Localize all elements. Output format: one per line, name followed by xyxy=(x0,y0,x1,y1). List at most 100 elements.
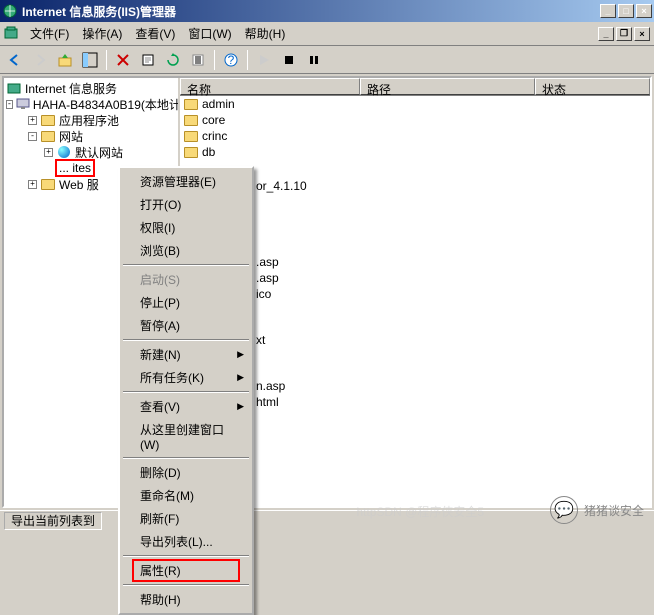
expand-icon[interactable]: + xyxy=(28,116,37,125)
separator xyxy=(123,457,249,459)
svg-text:?: ? xyxy=(228,53,235,67)
folder-icon xyxy=(184,115,198,126)
expand-icon[interactable]: + xyxy=(28,180,37,189)
iis-icon xyxy=(6,81,22,95)
menu-help[interactable]: 帮助(H) xyxy=(239,22,293,45)
context-menu: 资源管理器(E) 打开(O) 权限(I) 浏览(B) 启动(S) 停止(P) 暂… xyxy=(118,166,254,615)
globe-icon xyxy=(56,145,72,159)
list-item[interactable]: crinc xyxy=(180,128,650,144)
list-item[interactable]: db xyxy=(180,144,650,160)
separator xyxy=(123,391,249,393)
pause-button[interactable] xyxy=(303,49,325,71)
ctx-delete[interactable]: 删除(D) xyxy=(122,461,250,484)
status-text: 导出当前列表到 xyxy=(4,512,102,530)
minimize-button[interactable]: _ xyxy=(600,4,616,18)
window-title: Internet 信息服务(IIS)管理器 xyxy=(22,3,600,20)
ctx-stop[interactable]: 停止(P) xyxy=(122,291,250,314)
window-controls: _ □ × xyxy=(600,4,652,18)
back-button[interactable] xyxy=(4,49,26,71)
folder-icon xyxy=(184,131,198,142)
up-button[interactable] xyxy=(54,49,76,71)
title-bar: Internet 信息服务(IIS)管理器 _ □ × xyxy=(0,0,654,22)
column-status[interactable]: 状态 xyxy=(535,78,650,95)
mdi-restore-button[interactable]: ❐ xyxy=(616,27,632,41)
start-button[interactable] xyxy=(253,49,275,71)
separator xyxy=(123,584,249,586)
list-item[interactable]: core xyxy=(180,112,650,128)
close-button[interactable]: × xyxy=(636,4,652,18)
separator xyxy=(247,50,248,70)
app-icon xyxy=(2,3,18,19)
maximize-button[interactable]: □ xyxy=(618,4,634,18)
folder-icon xyxy=(40,113,56,127)
stop-button[interactable] xyxy=(278,49,300,71)
folder-icon xyxy=(184,147,198,158)
ctx-explorer[interactable]: 资源管理器(E) xyxy=(122,170,250,193)
list-header: 名称 路径 状态 xyxy=(180,78,650,96)
collapse-icon[interactable]: - xyxy=(28,132,37,141)
menu-file[interactable]: 文件(F) xyxy=(24,22,76,45)
toolbar: ? xyxy=(0,46,654,74)
ctx-all-tasks[interactable]: 所有任务(K)▶ xyxy=(122,366,250,389)
show-tree-button[interactable] xyxy=(79,49,101,71)
ctx-help[interactable]: 帮助(H) xyxy=(122,588,250,611)
properties-button[interactable] xyxy=(137,49,159,71)
ctx-properties[interactable]: 属性(R) xyxy=(132,559,240,582)
submenu-arrow-icon: ▶ xyxy=(237,349,244,360)
tree-sites[interactable]: - 网站 xyxy=(6,128,176,144)
tree-label: Internet 信息服务 xyxy=(25,80,117,97)
separator xyxy=(123,264,249,266)
globe-icon: ... xyxy=(59,161,69,175)
separator xyxy=(123,339,249,341)
separator xyxy=(123,555,249,557)
tree-label: Web 服 xyxy=(59,176,99,193)
separator xyxy=(106,50,107,70)
computer-icon xyxy=(16,97,30,111)
submenu-arrow-icon: ▶ xyxy=(237,372,244,383)
menu-bar: 文件(F) 操作(A) 查看(V) 窗口(W) 帮助(H) _ ❐ × xyxy=(0,22,654,46)
ctx-rename[interactable]: 重命名(M) xyxy=(122,484,250,507)
export-button[interactable] xyxy=(187,49,209,71)
refresh-button[interactable] xyxy=(162,49,184,71)
separator xyxy=(214,50,215,70)
mdi-close-button[interactable]: × xyxy=(634,27,650,41)
tree-label: 应用程序池 xyxy=(59,112,119,129)
submenu-arrow-icon: ▶ xyxy=(237,401,244,412)
tree-label: HAHA-B4834A0B19(本地计 xyxy=(33,96,180,113)
ctx-refresh[interactable]: 刷新(F) xyxy=(122,507,250,530)
mdi-icon xyxy=(4,26,20,42)
ctx-view[interactable]: 查看(V)▶ xyxy=(122,395,250,418)
ctx-new-window[interactable]: 从这里创建窗口(W) xyxy=(122,418,250,455)
help-button[interactable]: ? xyxy=(220,49,242,71)
tree-label: 网站 xyxy=(59,128,83,145)
ctx-permissions[interactable]: 权限(I) xyxy=(122,216,250,239)
ctx-export[interactable]: 导出列表(L)... xyxy=(122,530,250,553)
forward-button[interactable] xyxy=(29,49,51,71)
wechat-icon: 💬 xyxy=(550,496,578,524)
list-item[interactable]: admin xyxy=(180,96,650,112)
ctx-pause[interactable]: 暂停(A) xyxy=(122,314,250,337)
tree-host[interactable]: - HAHA-B4834A0B19(本地计 xyxy=(6,96,176,112)
column-name[interactable]: 名称 xyxy=(180,78,360,95)
folder-icon xyxy=(40,177,56,191)
menu-window[interactable]: 窗口(W) xyxy=(182,22,238,45)
ctx-new[interactable]: 新建(N)▶ xyxy=(122,343,250,366)
watermark: httpSDN @程序侠安全5 💬 猪猪谈安全 xyxy=(550,496,644,524)
folder-icon xyxy=(40,129,56,143)
collapse-icon[interactable]: - xyxy=(6,100,13,109)
ctx-browse[interactable]: 浏览(B) xyxy=(122,239,250,262)
tree-label: ites xyxy=(72,161,91,175)
content-area: Internet 信息服务 - HAHA-B4834A0B19(本地计 + 应用… xyxy=(2,76,652,508)
ctx-open[interactable]: 打开(O) xyxy=(122,193,250,216)
folder-icon xyxy=(184,99,198,110)
menu-view[interactable]: 查看(V) xyxy=(129,22,182,45)
column-path[interactable]: 路径 xyxy=(360,78,535,95)
tree-apppool[interactable]: + 应用程序池 xyxy=(6,112,176,128)
ctx-start: 启动(S) xyxy=(122,268,250,291)
delete-button[interactable] xyxy=(112,49,134,71)
menu-action[interactable]: 操作(A) xyxy=(76,22,129,45)
tree-default-site[interactable]: + 默认网站 xyxy=(6,144,176,160)
mdi-minimize-button[interactable]: _ xyxy=(598,27,614,41)
tree-root[interactable]: Internet 信息服务 xyxy=(6,80,176,96)
expand-icon[interactable]: + xyxy=(44,148,53,157)
